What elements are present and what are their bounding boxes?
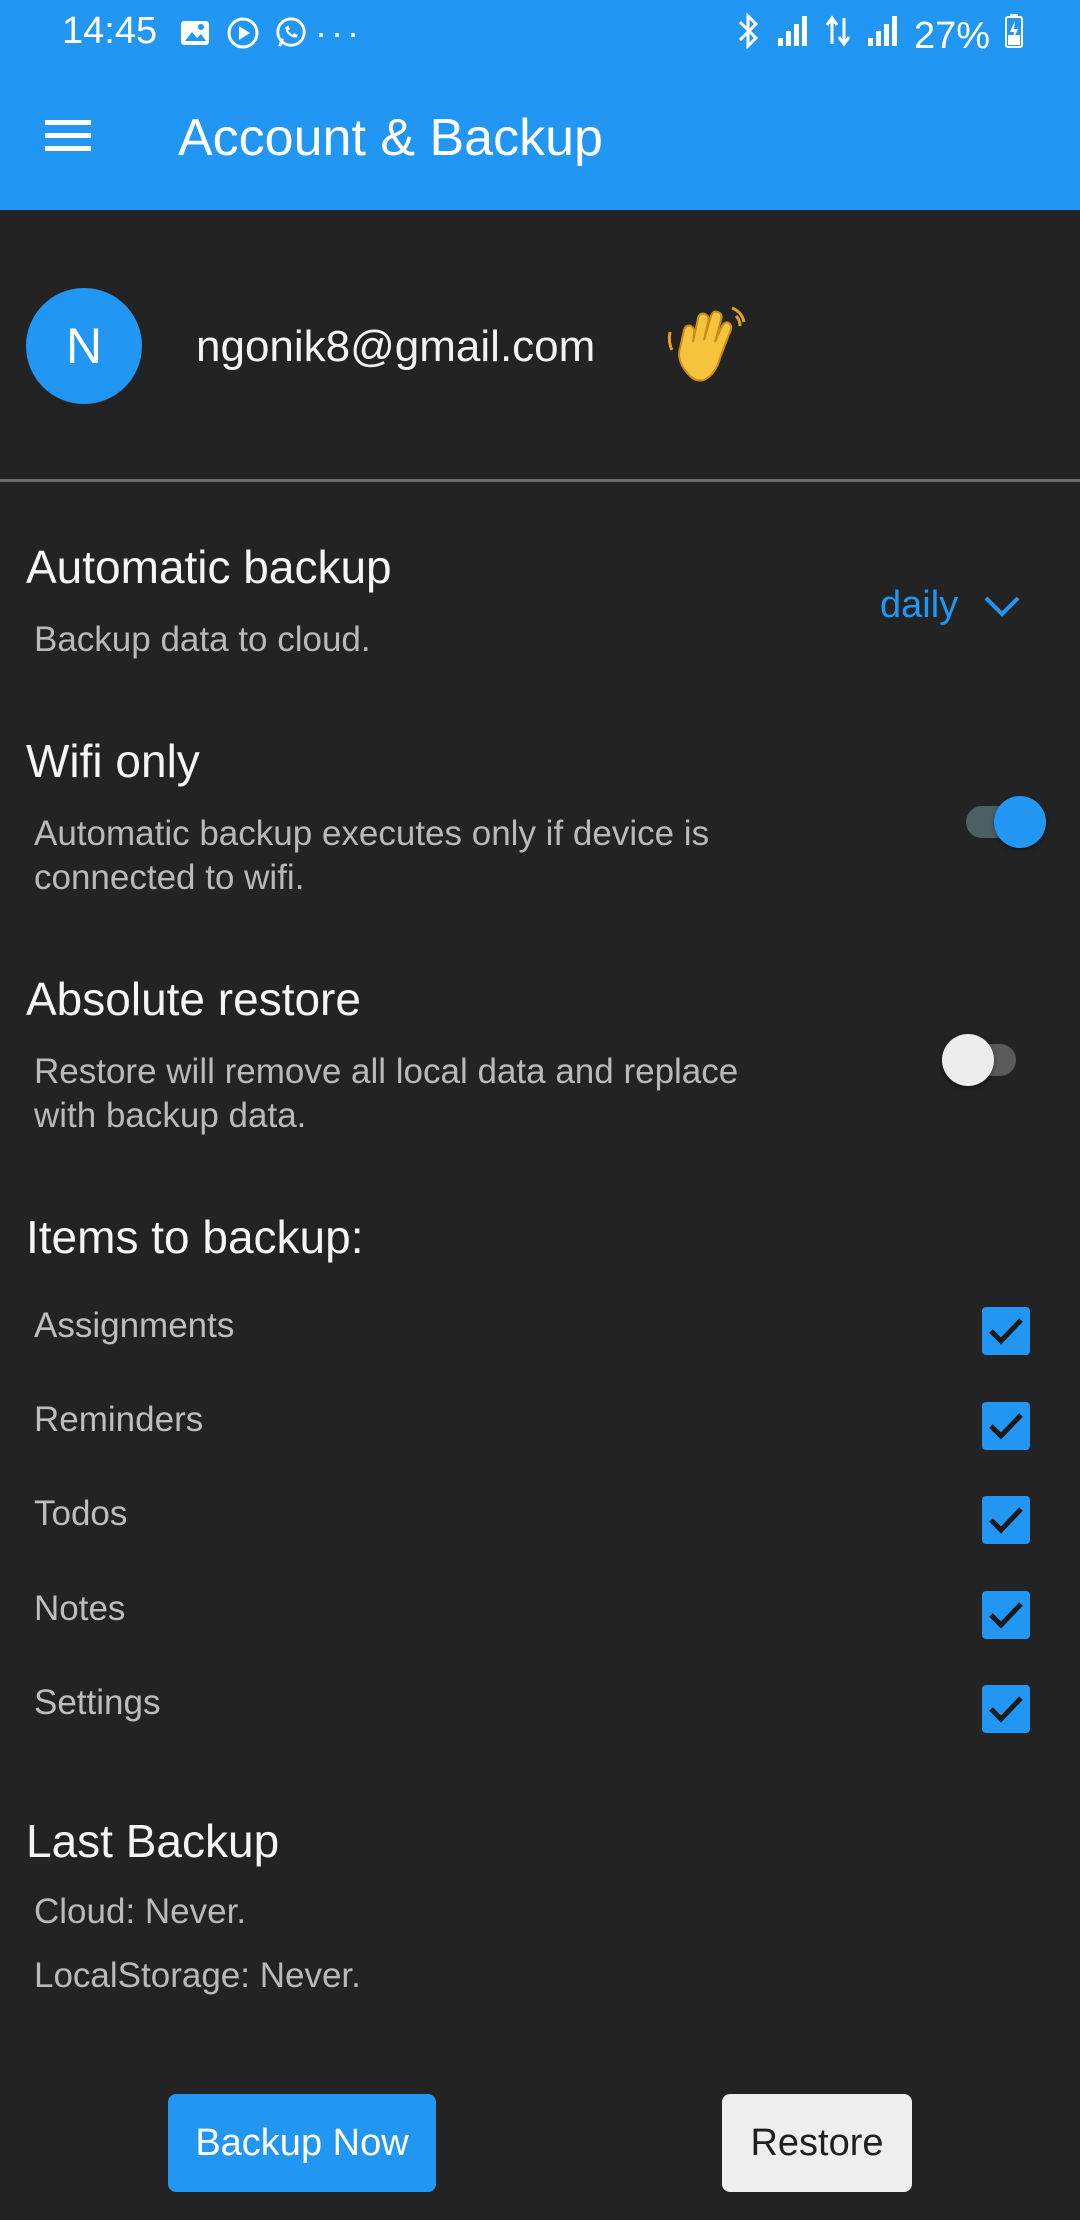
toggle-thumb xyxy=(942,1034,994,1086)
signal-icon xyxy=(776,14,810,58)
whatsapp-notification-icon xyxy=(274,16,308,50)
account-email: ngonik8@gmail.com xyxy=(196,322,596,371)
battery-percent: 27% xyxy=(913,14,990,57)
last-backup-local: LocalStorage: Never. xyxy=(34,1956,361,1995)
avatar: N xyxy=(26,288,142,404)
checkbox-reminders[interactable] xyxy=(982,1402,1030,1450)
system-icons: 27% xyxy=(736,12,1024,60)
backup-frequency-value: daily xyxy=(880,584,959,626)
backup-now-button[interactable]: Backup Now xyxy=(168,2094,436,2192)
wifi-only-subtitle-line2: connected to wifi. xyxy=(34,858,305,897)
check-icon xyxy=(989,1318,1023,1345)
last-backup-cloud: Cloud: Never. xyxy=(34,1892,247,1931)
wifi-only-toggle[interactable] xyxy=(962,792,1046,852)
divider xyxy=(0,479,1080,482)
absolute-restore-subtitle-line1: Restore will remove all local data and r… xyxy=(34,1052,739,1091)
status-time: 14:45 xyxy=(62,10,158,52)
automatic-backup-subtitle: Backup data to cloud. xyxy=(34,620,371,659)
item-label-reminders: Reminders xyxy=(34,1400,204,1439)
items-to-backup-title: Items to backup: xyxy=(26,1211,364,1263)
check-icon xyxy=(989,1507,1023,1534)
battery-icon xyxy=(1004,13,1024,59)
chevron-down-icon xyxy=(984,596,1020,617)
checkbox-notes[interactable] xyxy=(982,1591,1030,1639)
backup-frequency-dropdown[interactable]: daily xyxy=(880,584,1022,627)
checkbox-todos[interactable] xyxy=(982,1496,1030,1544)
image-notification-icon xyxy=(178,16,212,50)
wifi-only-title: Wifi only xyxy=(26,735,200,787)
automatic-backup-title: Automatic backup xyxy=(26,541,392,593)
checkbox-assignments[interactable] xyxy=(982,1307,1030,1355)
menu-button[interactable] xyxy=(40,108,96,164)
bluetooth-icon xyxy=(736,12,762,60)
check-icon xyxy=(989,1696,1023,1723)
status-bar: 14:45 ··· 27% xyxy=(0,0,1080,70)
item-label-notes: Notes xyxy=(34,1589,126,1628)
data-transfer-icon xyxy=(824,14,852,58)
check-icon xyxy=(989,1413,1023,1440)
wifi-only-subtitle-line1: Automatic backup executes only if device… xyxy=(34,814,710,853)
absolute-restore-title: Absolute restore xyxy=(26,973,361,1025)
notification-icons: ··· xyxy=(178,12,363,53)
item-label-assignments: Assignments xyxy=(34,1306,235,1345)
absolute-restore-subtitle-line2: with backup data. xyxy=(34,1096,307,1135)
checkbox-settings[interactable] xyxy=(982,1685,1030,1733)
page-title: Account & Backup xyxy=(178,109,603,167)
app-bar: 14:45 ··· 27% Account & Backup xyxy=(0,0,1080,210)
check-icon xyxy=(989,1602,1023,1629)
item-label-todos: Todos xyxy=(34,1494,128,1533)
waving-hand-icon xyxy=(662,302,752,392)
more-notifications-icon: ··· xyxy=(315,12,363,53)
play-notification-icon xyxy=(226,16,260,50)
absolute-restore-toggle[interactable] xyxy=(942,1030,1026,1090)
last-backup-title: Last Backup xyxy=(26,1815,280,1867)
signal-icon-2 xyxy=(866,14,900,58)
item-label-settings: Settings xyxy=(34,1683,161,1722)
toggle-thumb xyxy=(994,796,1046,848)
menu-icon xyxy=(45,120,91,151)
restore-button[interactable]: Restore xyxy=(722,2094,912,2192)
